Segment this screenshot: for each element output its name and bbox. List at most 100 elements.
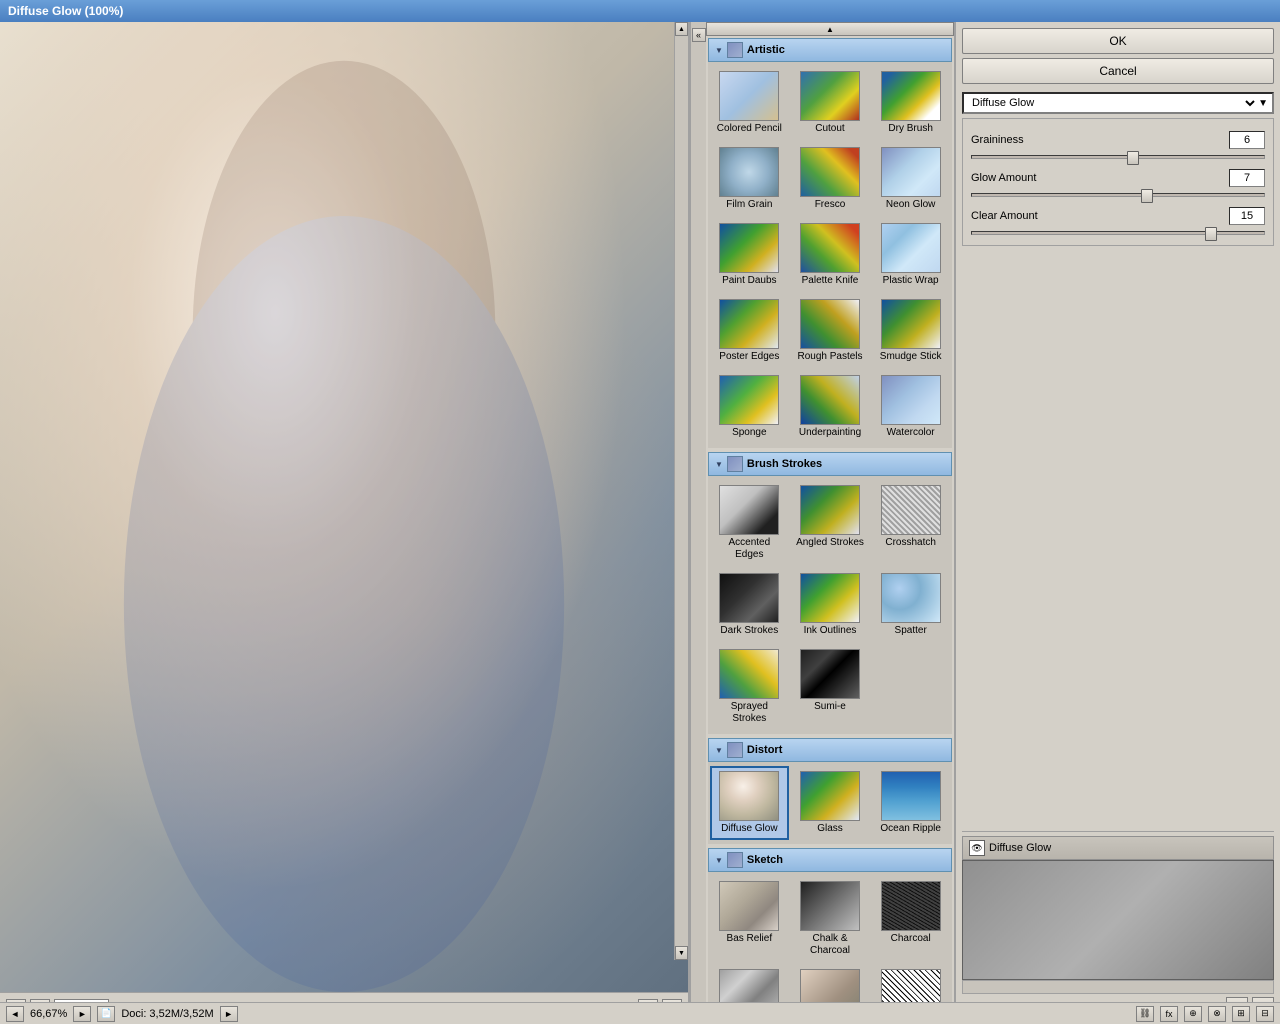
status-icon-6[interactable]: ⊟ xyxy=(1256,1006,1274,1022)
filter-item-spatter[interactable]: Spatter xyxy=(871,568,950,642)
filter-item-sprayed-strokes[interactable]: Sprayed Strokes xyxy=(710,644,789,730)
filter-item-charcoal[interactable]: Charcoal xyxy=(871,876,950,962)
collapse-area[interactable]: « xyxy=(690,22,706,1024)
filter-label-sponge: Sponge xyxy=(732,427,766,439)
filter-item-crosshatch[interactable]: Crosshatch xyxy=(871,480,950,566)
effect-dropdown[interactable]: Diffuse Glow Glass Ocean Ripple ▼ xyxy=(962,92,1274,114)
glow-amount-thumb[interactable] xyxy=(1141,189,1153,203)
right-panel: OK Cancel Diffuse Glow Glass Ocean Rippl… xyxy=(956,22,1280,1024)
filter-item-sponge[interactable]: Sponge xyxy=(710,370,789,444)
filter-thumb-crosshatch xyxy=(881,485,941,535)
collapse-button[interactable]: « xyxy=(692,28,706,42)
ok-button[interactable]: OK xyxy=(962,28,1274,54)
filter-grid-3: Bas Relief Chalk & Charcoal Charcoal Chr… xyxy=(708,872,952,1010)
status-icon-2[interactable]: fx xyxy=(1160,1006,1178,1022)
filter-scroll-top[interactable]: ▲ xyxy=(706,22,954,36)
preview-mini-scroll[interactable] xyxy=(962,980,1274,994)
filter-label-film-grain: Film Grain xyxy=(726,199,772,211)
filter-item-watercolor[interactable]: Watercolor xyxy=(871,370,950,444)
clear-amount-thumb[interactable] xyxy=(1205,227,1217,241)
filter-label-chalk-charcoal: Chalk & Charcoal xyxy=(795,933,866,957)
status-icon-3[interactable]: ⊕ xyxy=(1184,1006,1202,1022)
filter-item-cutout[interactable]: Cutout xyxy=(791,66,870,140)
category-header-sketch[interactable]: ▼ Sketch xyxy=(708,848,952,872)
filter-item-underpainting[interactable]: Underpainting xyxy=(791,370,870,444)
filter-item-diffuse-glow[interactable]: Diffuse Glow xyxy=(710,766,789,840)
filter-item-rough-pastels[interactable]: Rough Pastels xyxy=(791,294,870,368)
graininess-thumb[interactable] xyxy=(1127,151,1139,165)
graininess-value[interactable] xyxy=(1229,131,1265,149)
filter-grid-1: Accented Edges Angled Strokes Crosshatch… xyxy=(708,476,952,734)
graininess-header: Graininess xyxy=(971,131,1265,149)
filter-item-sumi-e[interactable]: Sumi-e xyxy=(791,644,870,730)
filter-item-dry-brush[interactable]: Dry Brush xyxy=(871,66,950,140)
filter-item-accented-edges[interactable]: Accented Edges xyxy=(710,480,789,566)
filter-item-bas-relief[interactable]: Bas Relief xyxy=(710,876,789,962)
glow-amount-value[interactable] xyxy=(1229,169,1265,187)
category-label: Sketch xyxy=(747,854,783,866)
eye-icon-button[interactable]: 👁 xyxy=(969,840,985,856)
clear-amount-slider[interactable] xyxy=(971,231,1265,235)
filter-item-film-grain[interactable]: Film Grain xyxy=(710,142,789,216)
filter-label-spatter: Spatter xyxy=(895,625,927,637)
filter-scroll[interactable]: ▼ Artistic Colored Pencil Cutout Dry Bru… xyxy=(706,36,954,1010)
status-icon-5[interactable]: ⊞ xyxy=(1232,1006,1250,1022)
filter-item-poster-edges[interactable]: Poster Edges xyxy=(710,294,789,368)
filter-item-colored-pencil[interactable]: Colored Pencil xyxy=(710,66,789,140)
filter-item-glass[interactable]: Glass xyxy=(791,766,870,840)
status-icon-1[interactable]: ⛓ xyxy=(1136,1006,1154,1022)
filter-label-plastic-wrap: Plastic Wrap xyxy=(883,275,939,287)
filter-label-angled-strokes: Angled Strokes xyxy=(796,537,864,549)
filter-thumb-accented-edges xyxy=(719,485,779,535)
effect-select[interactable]: Diffuse Glow Glass Ocean Ripple xyxy=(968,96,1258,110)
filter-label-paint-daubs: Paint Daubs xyxy=(722,275,776,287)
filter-item-neon-glow[interactable]: Neon Glow xyxy=(871,142,950,216)
filter-item-palette-knife[interactable]: Palette Knife xyxy=(791,218,870,292)
status-doc-btn[interactable]: 📄 xyxy=(97,1006,115,1022)
glow-amount-slider[interactable] xyxy=(971,193,1265,197)
filter-thumb-angled-strokes xyxy=(800,485,860,535)
graininess-slider[interactable] xyxy=(971,155,1265,159)
filter-item-ink-outlines[interactable]: Ink Outlines xyxy=(791,568,870,642)
category-icon xyxy=(727,742,743,758)
status-bar: ◄ 66,67% ► 📄 Doci: 3,52M/3,52M ► ⛓ fx ⊕ … xyxy=(0,1002,1280,1024)
category-arrow: ▼ xyxy=(715,46,723,55)
filter-thumb-cutout xyxy=(800,71,860,121)
preview-scroll-up[interactable]: ▲ xyxy=(675,22,688,36)
filter-item-fresco[interactable]: Fresco xyxy=(791,142,870,216)
filter-label-colored-pencil: Colored Pencil xyxy=(717,123,782,135)
preview-scroll-down[interactable]: ▼ xyxy=(675,946,688,960)
cancel-button[interactable]: Cancel xyxy=(962,58,1274,84)
clear-amount-value[interactable] xyxy=(1229,207,1265,225)
filter-thumb-glass xyxy=(800,771,860,821)
filter-item-ocean-ripple[interactable]: Ocean Ripple xyxy=(871,766,950,840)
clear-amount-param: Clear Amount xyxy=(971,207,1265,239)
filter-thumb-neon-glow xyxy=(881,147,941,197)
filter-item-paint-daubs[interactable]: Paint Daubs xyxy=(710,218,789,292)
filter-item-plastic-wrap[interactable]: Plastic Wrap xyxy=(871,218,950,292)
category-header-artistic[interactable]: ▼ Artistic xyxy=(708,38,952,62)
preview-scrollbar-v[interactable]: ▲ ▼ xyxy=(674,22,688,960)
status-nav-right[interactable]: ► xyxy=(73,1006,91,1022)
status-arrow-right[interactable]: ► xyxy=(220,1006,238,1022)
filter-panel: ▲ ▼ Artistic Colored Pencil Cutout Dry B… xyxy=(706,22,956,1024)
filter-item-chalk-charcoal[interactable]: Chalk & Charcoal xyxy=(791,876,870,962)
clear-amount-header: Clear Amount xyxy=(971,207,1265,225)
filter-item-dark-strokes[interactable]: Dark Strokes xyxy=(710,568,789,642)
category-header-distort[interactable]: ▼ Distort xyxy=(708,738,952,762)
graininess-label: Graininess xyxy=(971,134,1024,146)
filter-item-smudge-stick[interactable]: Smudge Stick xyxy=(871,294,950,368)
filter-label-ink-outlines: Ink Outlines xyxy=(804,625,857,637)
filter-thumb-watercolor xyxy=(881,375,941,425)
filter-thumb-palette-knife xyxy=(800,223,860,273)
title-text: Diffuse Glow (100%) xyxy=(8,4,123,18)
preview-area: ▲ ▼ ◄ ► 25% 50% 66% 100% 200% ◄ ► xyxy=(0,22,690,1024)
status-doc: Doci: 3,52M/3,52M xyxy=(121,1008,213,1020)
status-nav-left[interactable]: ◄ xyxy=(6,1006,24,1022)
filter-label-neon-glow: Neon Glow xyxy=(886,199,935,211)
status-icon-4[interactable]: ⊗ xyxy=(1208,1006,1226,1022)
category-header-brush-strokes[interactable]: ▼ Brush Strokes xyxy=(708,452,952,476)
filter-label-bas-relief: Bas Relief xyxy=(727,933,773,945)
filter-item-angled-strokes[interactable]: Angled Strokes xyxy=(791,480,870,566)
filter-category-2: ▼ Distort Diffuse Glow Glass Ocean Rippl… xyxy=(708,738,952,844)
